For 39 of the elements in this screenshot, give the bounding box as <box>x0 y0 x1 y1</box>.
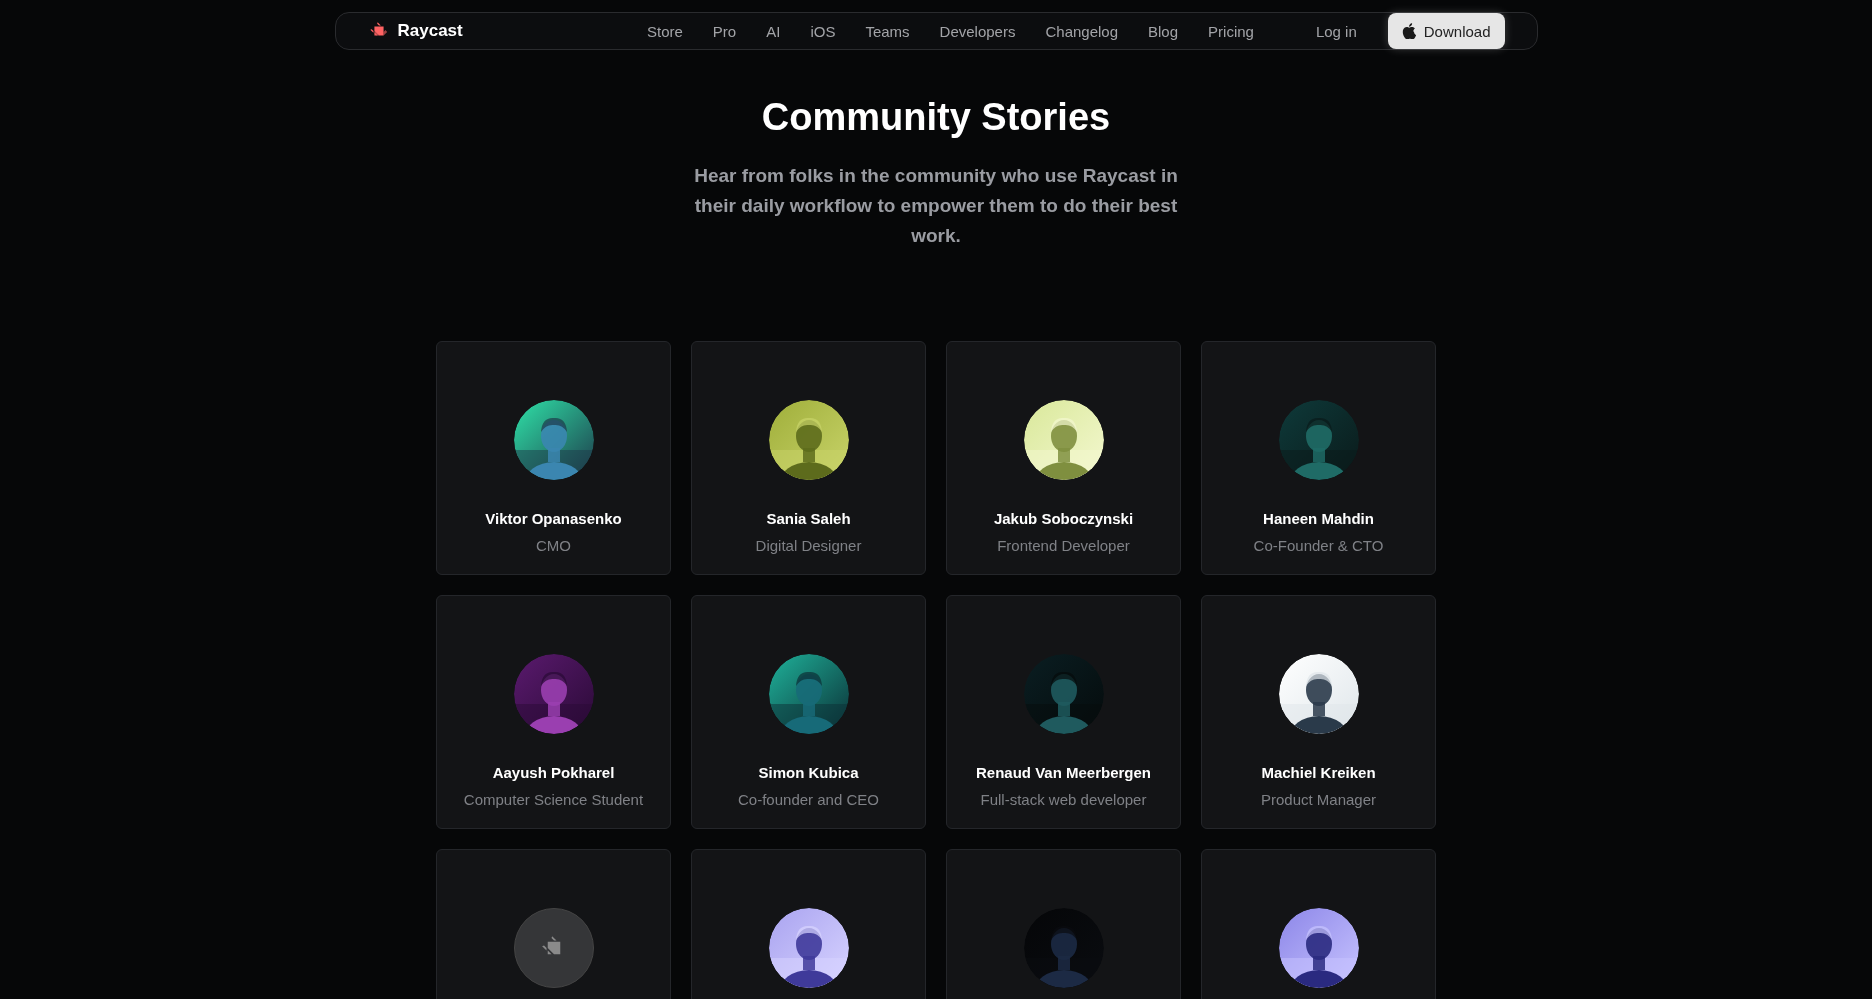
person-role: CMO <box>536 537 571 554</box>
story-card[interactable]: Haneen Mahdin Co-Founder & CTO <box>1201 341 1436 575</box>
nav-link[interactable]: Pro <box>712 22 737 40</box>
nav-link[interactable]: Blog <box>1148 22 1179 40</box>
person-name: Haneen Mahdin <box>1263 510 1374 527</box>
story-card[interactable]: Simon Kubica Co-founder and CEO <box>691 595 926 829</box>
login-link[interactable]: Log in <box>1315 22 1357 40</box>
person-name: Sania Saleh <box>766 510 851 527</box>
person-role: Co-Founder & CTO <box>1253 537 1384 554</box>
story-card[interactable]: Renaud Van Meerbergen Full-stack web developer <box>946 595 1181 829</box>
page-subtitle: Hear from folks in the community who use Raycast in their daily workflow to empower them to do their best work. <box>693 164 1179 248</box>
person-name: Simon Kubica <box>758 764 859 781</box>
person-role: Computer Science Student <box>463 791 644 808</box>
person-role: Co-founder and CEO <box>738 791 879 808</box>
person-role: Frontend Developer <box>997 537 1130 554</box>
story-card[interactable]: Sania Saleh Digital Designer <box>691 341 926 575</box>
person-name: Jakub Soboczynski <box>993 510 1134 527</box>
nav-link[interactable]: Pricing <box>1208 22 1254 40</box>
nav-link[interactable]: AI <box>766 22 781 40</box>
nav-link[interactable]: iOS <box>810 22 836 40</box>
person-role: Product Manager <box>1260 791 1377 808</box>
person-role: Digital Designer <box>755 537 862 554</box>
apple-icon <box>1401 23 1416 39</box>
person-name: Machiel Kreiken <box>1261 764 1376 781</box>
person-role: Full-stack web developer <box>980 791 1147 808</box>
person-name: Renaud Van Meerbergen <box>975 764 1152 781</box>
brand-link[interactable]: Raycast <box>367 20 463 42</box>
story-card[interactable]: Machiel Kreiken Product Manager <box>1201 595 1436 829</box>
nav-link[interactable]: Teams <box>865 22 910 40</box>
page-title: Community Stories <box>761 96 1111 139</box>
download-button[interactable]: Download <box>1387 13 1505 49</box>
story-card[interactable]: Aayush Pokharel Computer Science Student <box>436 595 671 829</box>
nav-link[interactable]: Store <box>647 22 683 40</box>
nav-link[interactable]: Developers <box>939 22 1016 40</box>
person-name: Aayush Pokharel <box>492 764 615 781</box>
nav-link[interactable]: Changelog <box>1045 22 1118 40</box>
story-card[interactable]: Viktor Opanasenko CMO <box>436 341 671 575</box>
story-card[interactable]: Jakub Soboczynski Frontend Developer <box>946 341 1181 575</box>
person-name: Viktor Opanasenko <box>485 510 622 527</box>
